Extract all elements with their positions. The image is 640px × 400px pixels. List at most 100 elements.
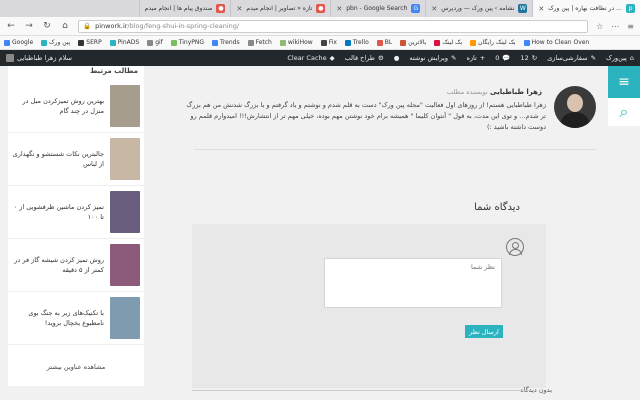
- bookmark-favicon-icon: [344, 39, 351, 46]
- close-tab-icon[interactable]: ✕: [336, 5, 342, 13]
- author-name[interactable]: زهرا طباطبایی: [490, 88, 542, 96]
- related-post[interactable]: تمیز کردن ماشین ظرفشویی از ۰ تا ۱۰۰: [8, 186, 144, 239]
- bookmark-item[interactable]: gif: [147, 39, 163, 46]
- bookmark-label: پین ورک: [49, 39, 71, 46]
- bookmark-item[interactable]: Fix: [320, 39, 337, 46]
- bookmark-label: gif: [155, 39, 163, 46]
- post-title[interactable]: تمیز کردن ماشین ظرفشویی از ۰ تا ۱۰۰: [12, 202, 104, 222]
- comments-title: دیدگاه شما: [474, 202, 520, 213]
- bookmark-label: TinyPNG: [178, 39, 205, 46]
- related-post[interactable]: جالبترین نکات شستشو و نگهداری از لباس: [8, 133, 144, 186]
- customize-menu[interactable]: ✎ سفارشی‌سازی: [547, 54, 596, 62]
- admin-bar-left: سلام زهرا طباطبایی: [6, 54, 72, 62]
- cache-icon: ◆: [329, 54, 335, 62]
- bookmark-item[interactable]: SERP: [78, 39, 102, 46]
- bookmark-favicon-icon: [320, 39, 327, 46]
- post-thumbnail[interactable]: [110, 244, 140, 286]
- comments-menu[interactable]: 💬 0: [495, 54, 510, 62]
- more-titles-link[interactable]: مشاهده عناوین بیشتر: [8, 345, 144, 389]
- bookmark-label: Fetch: [255, 39, 272, 46]
- tab-google[interactable]: G pbn - Google Search ✕: [330, 0, 425, 17]
- greeting-label: سلام زهرا طباطبایی: [17, 54, 72, 62]
- tab-active[interactable]: p … در نظافت بهاره | پین ورک ✕: [532, 0, 640, 17]
- bookmark-item[interactable]: پین ورک: [41, 39, 70, 46]
- address-bar[interactable]: 🔒 pinwork.ir/blog/feng-shui-in-spring-cl…: [78, 19, 589, 33]
- account-menu[interactable]: سلام زهرا طباطبایی: [6, 54, 72, 62]
- bookmark-favicon-icon: [170, 39, 177, 46]
- bookmark-favicon-icon: [41, 39, 48, 46]
- related-posts-sidebar: مطالب مرتبط بهترین روش تمیزکردن مبل در م…: [8, 66, 144, 386]
- comment-icon: 💬: [502, 54, 511, 62]
- bookmark-item[interactable]: TinyPNG: [170, 39, 205, 46]
- post-title[interactable]: بهترین روش تمیزکردن مبل در منزل در چند گ…: [12, 96, 104, 116]
- tab-messages[interactable]: ● صندوق پیام ها | انجام میدم: [138, 0, 231, 17]
- home-icon[interactable]: ⌂: [60, 21, 70, 31]
- clear-cache-button[interactable]: ◆ Clear Cache: [287, 54, 334, 62]
- comment-textarea[interactable]: [324, 258, 502, 308]
- search-button[interactable]: ⌕: [608, 98, 640, 126]
- theme-menu[interactable]: ⚙ طراح قالب: [345, 54, 384, 62]
- bookmark-favicon-icon: [147, 39, 154, 46]
- site-favicon-icon: p: [626, 4, 635, 13]
- close-tab-icon[interactable]: ✕: [236, 5, 242, 13]
- bookmark-item[interactable]: wikiHow: [279, 39, 313, 46]
- bookmark-item[interactable]: Fetch: [247, 39, 272, 46]
- bookmark-item[interactable]: بک لینک رایگان: [470, 39, 516, 46]
- seo-menu[interactable]: ●: [394, 54, 400, 62]
- bookmark-label: How to Clean Oven: [531, 39, 590, 46]
- reload-icon[interactable]: ↻: [42, 21, 52, 31]
- forward-icon[interactable]: →: [24, 21, 34, 31]
- close-tab-icon[interactable]: ✕: [538, 5, 544, 13]
- divider: [194, 149, 596, 150]
- related-post[interactable]: روش تمیز کردن شیشه گاز فر در کمتر از ۵ د…: [8, 239, 144, 292]
- author-avatar[interactable]: [554, 86, 596, 128]
- bookmark-item[interactable]: How to Clean Oven: [523, 39, 590, 46]
- edit-post-menu[interactable]: ✎ ویرایش نوشته: [409, 54, 456, 62]
- submit-comment-button[interactable]: ارسال نظر: [465, 325, 503, 338]
- related-post[interactable]: با تکنیک‌های زیر به جنگ بوی نامطبوع یخچا…: [8, 292, 144, 345]
- menu-button[interactable]: ≡: [608, 66, 640, 98]
- bookmark-item[interactable]: Trends: [212, 39, 240, 46]
- post-title[interactable]: روش تمیز کردن شیشه گاز فر در کمتر از ۵ د…: [12, 255, 104, 275]
- extensions-icon[interactable]: ⋯: [611, 22, 619, 31]
- tab-bar: p … در نظافت بهاره | پین ورک ✕ W نشامه ›…: [0, 0, 640, 17]
- main-content: زهرا طباطبایی نویسنده مطلب زهرا طباطبایی…: [156, 66, 604, 400]
- tab-wordpress[interactable]: W نشامه › پین ورک — وردپرس ✕: [425, 0, 532, 17]
- post-title[interactable]: با تکنیک‌های زیر به جنگ بوی نامطبوع یخچا…: [12, 308, 104, 328]
- bookmark-label: بالاترین: [408, 39, 427, 46]
- gear-icon: ⚙: [377, 54, 384, 62]
- close-tab-icon[interactable]: ✕: [431, 5, 437, 13]
- post-thumbnail[interactable]: [110, 191, 140, 233]
- author-bio: زهرا طباطبایی هستم! از روزهای اول فعالیت…: [186, 101, 546, 131]
- bookmark-item[interactable]: Trello: [344, 39, 369, 46]
- menu-icon[interactable]: ≡: [627, 22, 634, 31]
- post-thumbnail[interactable]: [110, 297, 140, 339]
- tab-title: pbn - Google Search: [346, 5, 408, 12]
- bookmark-label: wikiHow: [287, 39, 313, 46]
- avatar: [6, 54, 14, 62]
- bookmark-item[interactable]: Google: [4, 39, 33, 46]
- bookmark-item[interactable]: BL: [376, 39, 392, 46]
- bookmark-item[interactable]: PinADS: [109, 39, 139, 46]
- post-thumbnail[interactable]: [110, 85, 140, 127]
- bookmark-label: Trends: [220, 39, 240, 46]
- updates-menu[interactable]: ↻ 12: [520, 54, 537, 62]
- post-thumbnail[interactable]: [110, 138, 140, 180]
- updates-count: 12: [520, 54, 529, 62]
- post-title[interactable]: جالبترین نکات شستشو و نگهداری از لباس: [12, 149, 104, 169]
- back-icon[interactable]: ←: [6, 21, 16, 31]
- brush-icon: ✎: [590, 54, 597, 62]
- wp-admin-bar: سلام زهرا طباطبایی ⌂ پین‌ورک ✎ سفارشی‌سازی…: [0, 50, 640, 66]
- bookmark-item[interactable]: بک لینک: [434, 39, 462, 46]
- bookmark-favicon-icon: [109, 39, 116, 46]
- site-menu[interactable]: ⌂ پین‌ورک: [606, 54, 634, 62]
- bookmark-favicon-icon: [78, 39, 85, 46]
- related-post[interactable]: بهترین روش تمیزکردن مبل در منزل در چند گ…: [8, 80, 144, 133]
- bookmark-item[interactable]: بالاترین: [400, 39, 426, 46]
- tab-images[interactable]: ● تازه « تصاویر | انجام میدم ✕: [230, 0, 330, 17]
- bookmark-label: بک لینک: [442, 39, 463, 46]
- bookmark-favicon-icon: [523, 39, 530, 46]
- new-menu[interactable]: + تازه: [466, 54, 485, 62]
- yoast-icon: ●: [393, 54, 400, 62]
- bookmark-star-icon[interactable]: ☆: [596, 22, 603, 31]
